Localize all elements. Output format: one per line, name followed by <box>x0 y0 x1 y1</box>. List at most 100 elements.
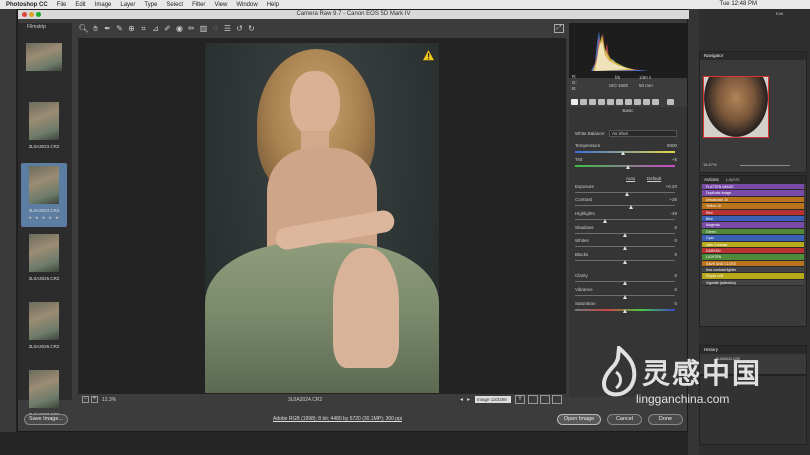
swap-settings-button[interactable] <box>540 395 550 404</box>
tint-slider[interactable] <box>575 165 675 167</box>
navigator-title[interactable]: Navigator <box>700 52 806 60</box>
minimize-icon[interactable] <box>29 12 34 17</box>
panel-menu-icon[interactable] <box>667 99 674 105</box>
previous-image-icon[interactable]: ◂ <box>460 396 463 403</box>
save-image-button[interactable]: Save Image... <box>24 414 68 425</box>
white-balance-select[interactable]: As Shot <box>609 130 677 137</box>
filmstrip-thumbnail[interactable]: 3L0A3025.CR2 <box>21 231 67 295</box>
blacks-value[interactable]: 0 <box>674 252 677 257</box>
target-adjust-icon[interactable]: ⊕ <box>126 24 137 34</box>
radial-filter-icon[interactable]: ◌ <box>210 24 221 34</box>
menu-filter[interactable]: Filter <box>192 2 205 8</box>
temperature-value[interactable]: 5000 <box>667 143 677 148</box>
fullscreen-toggle-button[interactable]: ⤢ <box>554 24 564 33</box>
menu-type[interactable]: Type <box>144 2 157 8</box>
saturation-value[interactable]: 0 <box>674 301 677 306</box>
tab-presets-icon[interactable] <box>643 99 650 105</box>
image-preview[interactable] <box>78 38 566 394</box>
navigator-zoom-value[interactable]: 16.67% <box>703 162 717 167</box>
tab-tone-curve-icon[interactable] <box>580 99 587 105</box>
white-balance-icon[interactable]: ✒ <box>102 24 113 34</box>
menubar-clock[interactable]: Tue 12:48 PM <box>720 1 757 7</box>
rotate-right-icon[interactable]: ↻ <box>246 24 257 34</box>
filmstrip-thumbnail[interactable]: 3L0A3024.CR2 ★ ★ ★ ★ ★ <box>21 163 67 227</box>
zoom-level-select[interactable]: 12.3% <box>102 397 116 403</box>
highlights-slider[interactable] <box>575 219 675 220</box>
vibrance-value[interactable]: 0 <box>674 287 677 292</box>
workspace-edit-button[interactable]: Edit <box>776 11 783 16</box>
rotate-left-icon[interactable]: ↺ <box>234 24 245 34</box>
shadows-slider-handle[interactable] <box>623 233 627 237</box>
exposure-value[interactable]: +0.20 <box>666 184 677 189</box>
red-eye-icon[interactable]: ◉ <box>174 24 185 34</box>
highlights-value[interactable]: -49 <box>670 211 677 216</box>
menu-edit[interactable]: Edit <box>75 2 85 8</box>
apple-menu-app-name[interactable]: Photoshop CC <box>6 2 48 8</box>
zoom-out-button[interactable]: − <box>82 396 89 403</box>
copy-settings-button[interactable] <box>552 395 562 404</box>
contrast-slider-handle[interactable] <box>629 205 633 209</box>
highlights-slider-handle[interactable] <box>603 219 607 223</box>
contrast-slider[interactable] <box>575 205 675 206</box>
next-image-icon[interactable]: ▸ <box>467 396 470 403</box>
tab-layers[interactable]: Layers <box>726 177 740 182</box>
saturation-slider-handle[interactable] <box>623 309 627 313</box>
graduated-filter-icon[interactable]: ▥ <box>198 24 209 34</box>
close-icon[interactable] <box>22 12 27 17</box>
zoom-icon[interactable]: 🔍︎ <box>78 24 89 34</box>
workflow-options-link[interactable]: Adobe RGB (1998); 8 bit; 4480 by 6720 (3… <box>273 416 402 422</box>
auto-link[interactable]: Auto <box>626 176 635 181</box>
tab-camera-calibration-icon[interactable] <box>634 99 641 105</box>
default-link[interactable]: Default <box>647 176 661 181</box>
filmstrip-header[interactable]: Filmstrip <box>18 23 72 32</box>
filmstrip-thumbnail[interactable]: 3L0A3026.CR2 <box>21 299 67 363</box>
whites-slider-handle[interactable] <box>623 246 627 250</box>
vibrance-slider-handle[interactable] <box>623 295 627 299</box>
tab-snapshots-icon[interactable] <box>652 99 659 105</box>
tint-slider-handle[interactable] <box>626 165 630 169</box>
filmstrip-thumbnail[interactable]: 3L0A3023.CR2 <box>21 99 67 163</box>
hand-icon[interactable]: ✋︎ <box>90 24 101 34</box>
menu-help[interactable]: Help <box>267 2 279 8</box>
tab-detail-icon[interactable] <box>589 99 596 105</box>
menu-select[interactable]: Select <box>166 2 183 8</box>
preview-photo[interactable] <box>205 43 439 393</box>
tab-split-toning-icon[interactable] <box>607 99 614 105</box>
zoom-in-button[interactable]: + <box>91 396 98 403</box>
before-after-toggle[interactable]: Y <box>515 395 525 404</box>
exposure-slider-handle[interactable] <box>625 192 629 196</box>
menu-layer[interactable]: Layer <box>120 2 135 8</box>
clarity-value[interactable]: 0 <box>674 273 677 278</box>
crop-icon[interactable]: ⌗ <box>138 24 149 34</box>
menu-file[interactable]: File <box>57 2 67 8</box>
adjustment-brush-icon[interactable]: ✏ <box>186 24 197 34</box>
clarity-slider-handle[interactable] <box>623 281 627 285</box>
preferences-icon[interactable]: ☰ <box>222 24 233 34</box>
compare-view-button[interactable] <box>528 395 538 404</box>
spot-removal-icon[interactable]: ✐ <box>162 24 173 34</box>
temperature-slider-handle[interactable] <box>621 151 625 155</box>
color-sampler-icon[interactable]: ✎ <box>114 24 125 34</box>
tab-effects-icon[interactable] <box>625 99 632 105</box>
tab-lens-icon[interactable] <box>616 99 623 105</box>
straighten-icon[interactable]: ⊿ <box>150 24 161 34</box>
navigator-thumbnail[interactable] <box>703 76 769 138</box>
tint-value[interactable]: +5 <box>672 157 677 162</box>
blacks-slider-handle[interactable] <box>623 260 627 264</box>
whites-value[interactable]: 0 <box>674 238 677 243</box>
zoom-icon[interactable] <box>36 12 41 17</box>
tab-actions[interactable]: Actions <box>704 177 719 182</box>
open-image-button[interactable]: Open Image <box>557 414 601 425</box>
tab-hsl-icon[interactable] <box>598 99 605 105</box>
action-item[interactable]: Vignette (selection) <box>702 279 804 287</box>
temperature-slider[interactable] <box>575 151 675 153</box>
menu-window[interactable]: Window <box>236 2 257 8</box>
filmstrip-thumbnail[interactable] <box>21 35 67 99</box>
shadows-value[interactable]: 0 <box>674 225 677 230</box>
menu-image[interactable]: Image <box>95 2 112 8</box>
warning-icon[interactable] <box>422 49 435 61</box>
tab-basic-icon[interactable] <box>571 99 578 105</box>
navigator-zoom-slider[interactable] <box>740 165 790 166</box>
thumbnail-rating[interactable]: ★ ★ ★ ★ ★ <box>21 215 67 220</box>
contrast-value[interactable]: +25 <box>669 197 677 202</box>
